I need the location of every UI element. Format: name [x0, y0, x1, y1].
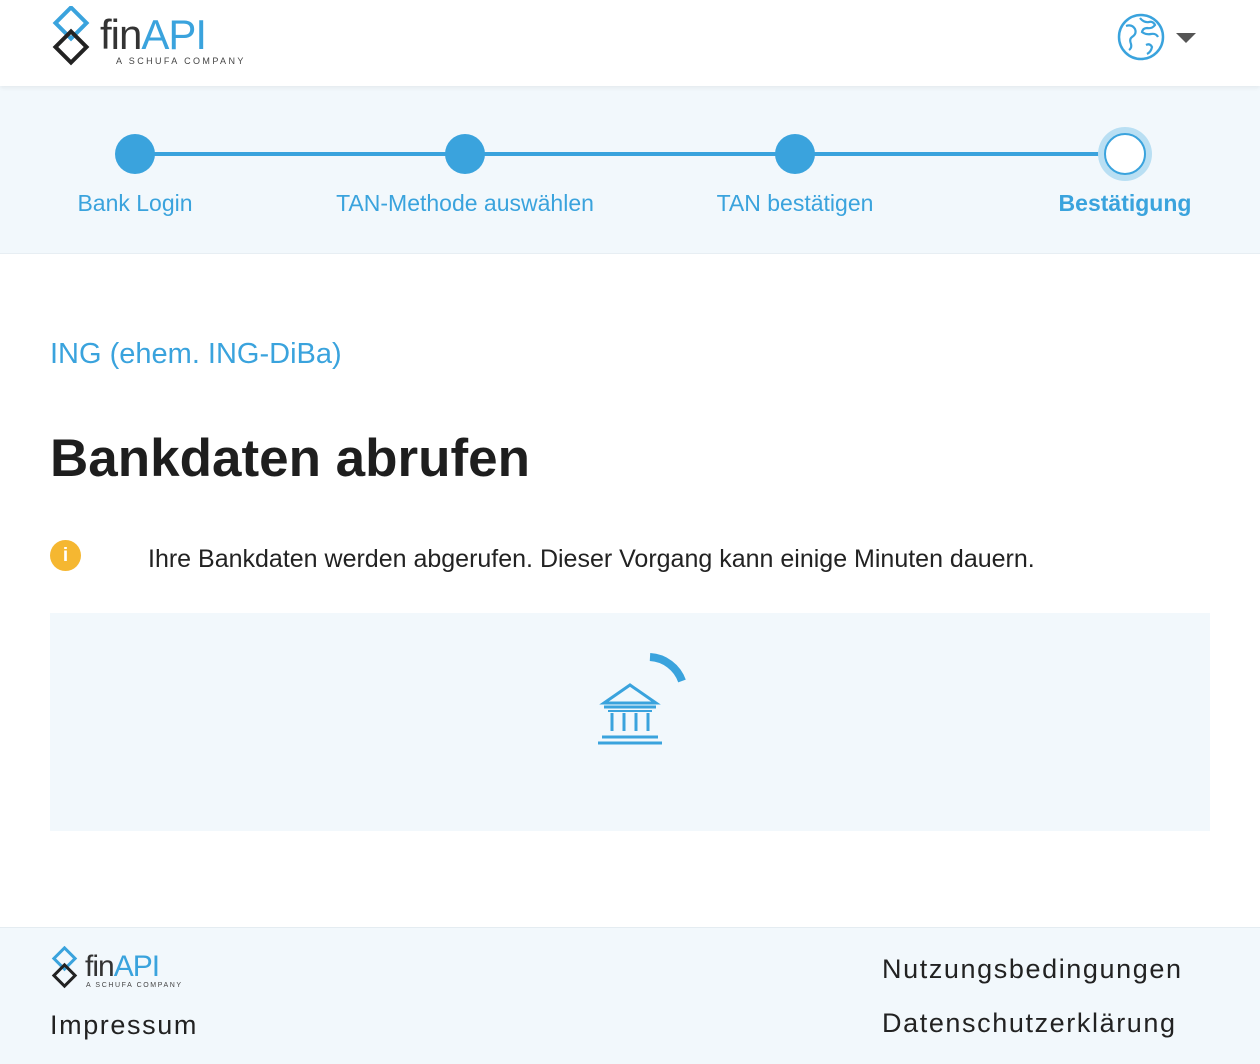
info-message: Ihre Bankdaten werden abgerufen. Dieser … [148, 545, 1035, 573]
footer-finapi-logo[interactable]: finAPI A SCHUFA COMPANY [50, 946, 200, 996]
step-label-tan-methode: TAN-Methode auswählen [336, 190, 594, 216]
bank-name: ING (ehem. ING-DiBa) [50, 338, 342, 370]
step-dot-bestaetigung [1104, 133, 1146, 175]
step-dot-tan-methode [445, 134, 485, 174]
step-dot-tan-bestaetigen [775, 134, 815, 174]
footer-logo-tagline: A SCHUFA COMPANY [86, 982, 183, 989]
finapi-logo-mark-icon [51, 946, 78, 989]
footer-logo-api: API [113, 950, 160, 983]
privacy-link[interactable]: Datenschutzerklärung [882, 1008, 1177, 1039]
footer-logo-wordmark: finAPI [85, 950, 160, 983]
loading-panel [50, 613, 1210, 831]
step-dot-bank-login [115, 134, 155, 174]
footer: finAPI A SCHUFA COMPANY Impressum Nutzun… [0, 927, 1260, 1064]
bank-icon [598, 653, 686, 745]
logo-api: API [141, 11, 207, 58]
step-label-tan-bestaetigen: TAN bestätigen [716, 190, 874, 216]
page-title: Bankdaten abrufen [50, 429, 531, 488]
logo-wordmark: finAPI [100, 11, 207, 58]
step-label-bestaetigung: Bestätigung [1058, 190, 1192, 216]
footer-logo-fin: fin [85, 950, 115, 983]
logo-tagline: A SCHUFA COMPANY [116, 56, 246, 66]
progress-stepper: Bank Login TAN-Methode auswählen TAN bes… [0, 86, 1260, 254]
stepper-track [135, 152, 1125, 156]
step-label-bank-login: Bank Login [77, 190, 193, 216]
impressum-link[interactable]: Impressum [50, 1010, 198, 1041]
info-icon: i [50, 540, 81, 571]
logo-fin: fin [100, 11, 142, 58]
finapi-logo-mark-icon [52, 6, 90, 66]
globe-icon [1117, 13, 1165, 61]
chevron-down-icon [1176, 33, 1196, 43]
finapi-logo[interactable]: finAPI A SCHUFA COMPANY [50, 6, 260, 72]
language-selector[interactable] [1116, 12, 1200, 62]
terms-link[interactable]: Nutzungsbedingungen [882, 954, 1183, 985]
top-header: finAPI A SCHUFA COMPANY [0, 0, 1260, 86]
